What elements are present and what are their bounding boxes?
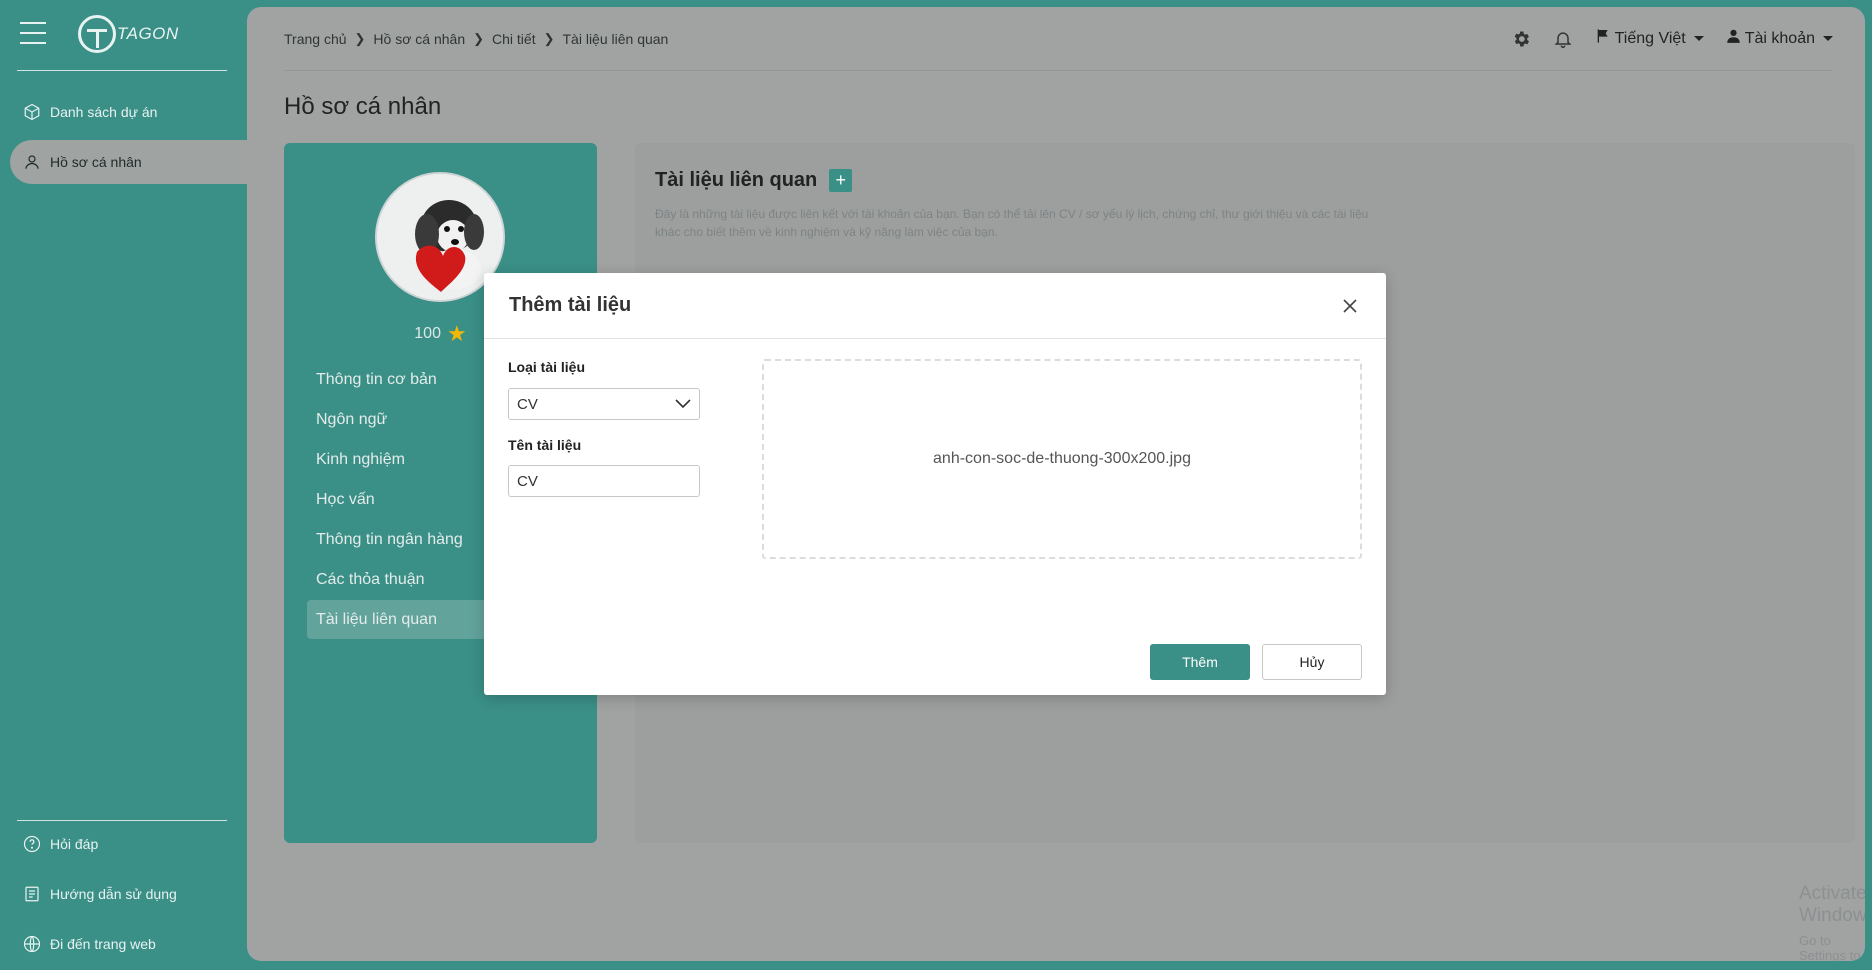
breadcrumb-item-current: Tài liệu liên quan	[562, 30, 669, 47]
sidebar: TAGON Danh sách dự án Hồ sơ cá nhân Hỏi …	[0, 0, 247, 970]
profile-menu-label: Thông tin cơ bản	[316, 370, 437, 388]
divider	[17, 820, 227, 821]
sidebar-item-profile[interactable]: Hồ sơ cá nhân	[10, 140, 247, 184]
globe-icon	[22, 934, 42, 954]
document-icon	[22, 884, 42, 904]
user-icon	[1726, 28, 1741, 49]
document-type-value: CV	[517, 395, 538, 413]
document-type-select[interactable]: CV	[508, 388, 700, 420]
language-dropdown[interactable]: Tiếng Việt	[1595, 28, 1704, 49]
menu-toggle-icon[interactable]	[20, 22, 46, 44]
top-right-controls: Tiếng Việt Tài khoản	[1489, 28, 1833, 49]
sidebar-item-guide[interactable]: Hướng dẫn sử dụng	[10, 872, 247, 916]
star-icon: ★	[446, 321, 467, 346]
account-dropdown[interactable]: Tài khoản	[1726, 28, 1833, 49]
flag-icon	[1595, 28, 1611, 49]
submit-button[interactable]: Thêm	[1150, 644, 1250, 680]
profile-menu-label: Kinh nghiệm	[316, 450, 405, 468]
sidebar-item-faq[interactable]: Hỏi đáp	[10, 822, 247, 866]
account-label: Tài khoản	[1744, 29, 1815, 47]
close-icon[interactable]	[1339, 295, 1361, 317]
logo[interactable]: TAGON	[78, 14, 179, 54]
add-document-button[interactable]: +	[829, 169, 853, 192]
profile-menu-label: Học vấn	[316, 490, 375, 508]
profile-menu-label: Thông tin ngân hàng	[316, 530, 463, 548]
bell-icon[interactable]	[1553, 29, 1573, 49]
modal-header: Thêm tài liệu	[484, 273, 1386, 339]
sidebar-item-label: Hướng dẫn sử dụng	[50, 886, 177, 902]
watermark-line1: Activate Windows	[1799, 883, 1865, 926]
logo-text: TAGON	[117, 24, 179, 43]
chevron-right-icon: ❯	[354, 30, 366, 46]
page-title: Hồ sơ cá nhân	[284, 93, 442, 120]
windows-activation-watermark: Activate Windows Go to Settings to activ…	[1799, 883, 1865, 961]
divider	[17, 70, 227, 71]
cancel-button[interactable]: Hủy	[1262, 644, 1362, 680]
profile-menu-label: Tài liệu liên quan	[316, 610, 437, 628]
file-dropzone[interactable]: anh-con-soc-de-thuong-300x200.jpg	[762, 359, 1362, 559]
sidebar-item-label: Đi đến trang web	[50, 936, 156, 952]
uploaded-file-name: anh-con-soc-de-thuong-300x200.jpg	[933, 450, 1191, 467]
points-value: 100	[414, 325, 441, 342]
language-label: Tiếng Việt	[1614, 29, 1686, 47]
sidebar-item-label: Hồ sơ cá nhân	[50, 154, 142, 170]
user-icon	[22, 152, 42, 172]
caret-down-icon	[1823, 36, 1833, 41]
help-circle-icon	[22, 834, 42, 854]
document-name-input[interactable]	[508, 465, 700, 497]
chevron-right-icon: ❯	[473, 30, 485, 46]
logo-mark	[78, 15, 116, 53]
document-type-label: Loại tài liệu	[508, 359, 586, 375]
breadcrumb: Trang chủ ❯ Hồ sơ cá nhân ❯ Chi tiết ❯ T…	[284, 31, 668, 47]
cube-icon	[22, 102, 42, 122]
sidebar-item-label: Hỏi đáp	[50, 836, 99, 852]
watermark-line2: Go to Settings to activate Windows.	[1799, 933, 1861, 961]
chevron-down-icon	[675, 396, 691, 413]
documents-title: Tài liệu liên quan +	[655, 169, 853, 192]
profile-menu-label: Các thỏa thuận	[316, 570, 425, 588]
add-document-modal: Thêm tài liệu Loại tài liệu CV Tên tài l…	[484, 273, 1386, 695]
documents-description: Đây là những tài liệu được liên kết với …	[655, 207, 1369, 239]
modal-title: Thêm tài liệu	[509, 294, 632, 316]
breadcrumb-item[interactable]: Chi tiết	[492, 31, 536, 47]
breadcrumb-item[interactable]: Trang chủ	[284, 31, 347, 47]
gear-icon[interactable]	[1511, 29, 1531, 49]
sidebar-item-website[interactable]: Đi đến trang web	[10, 922, 247, 966]
breadcrumb-item[interactable]: Hồ sơ cá nhân	[373, 31, 465, 47]
caret-down-icon	[1693, 36, 1704, 41]
chevron-right-icon: ❯	[543, 30, 555, 46]
top-bar: Trang chủ ❯ Hồ sơ cá nhân ❯ Chi tiết ❯ T…	[284, 7, 1833, 71]
sidebar-item-projects[interactable]: Danh sách dự án	[10, 90, 247, 134]
document-name-label: Tên tài liệu	[508, 437, 582, 453]
documents-title-text: Tài liệu liên quan	[655, 169, 818, 191]
profile-menu-label: Ngôn ngữ	[316, 410, 388, 428]
sidebar-item-label: Danh sách dự án	[50, 104, 158, 120]
